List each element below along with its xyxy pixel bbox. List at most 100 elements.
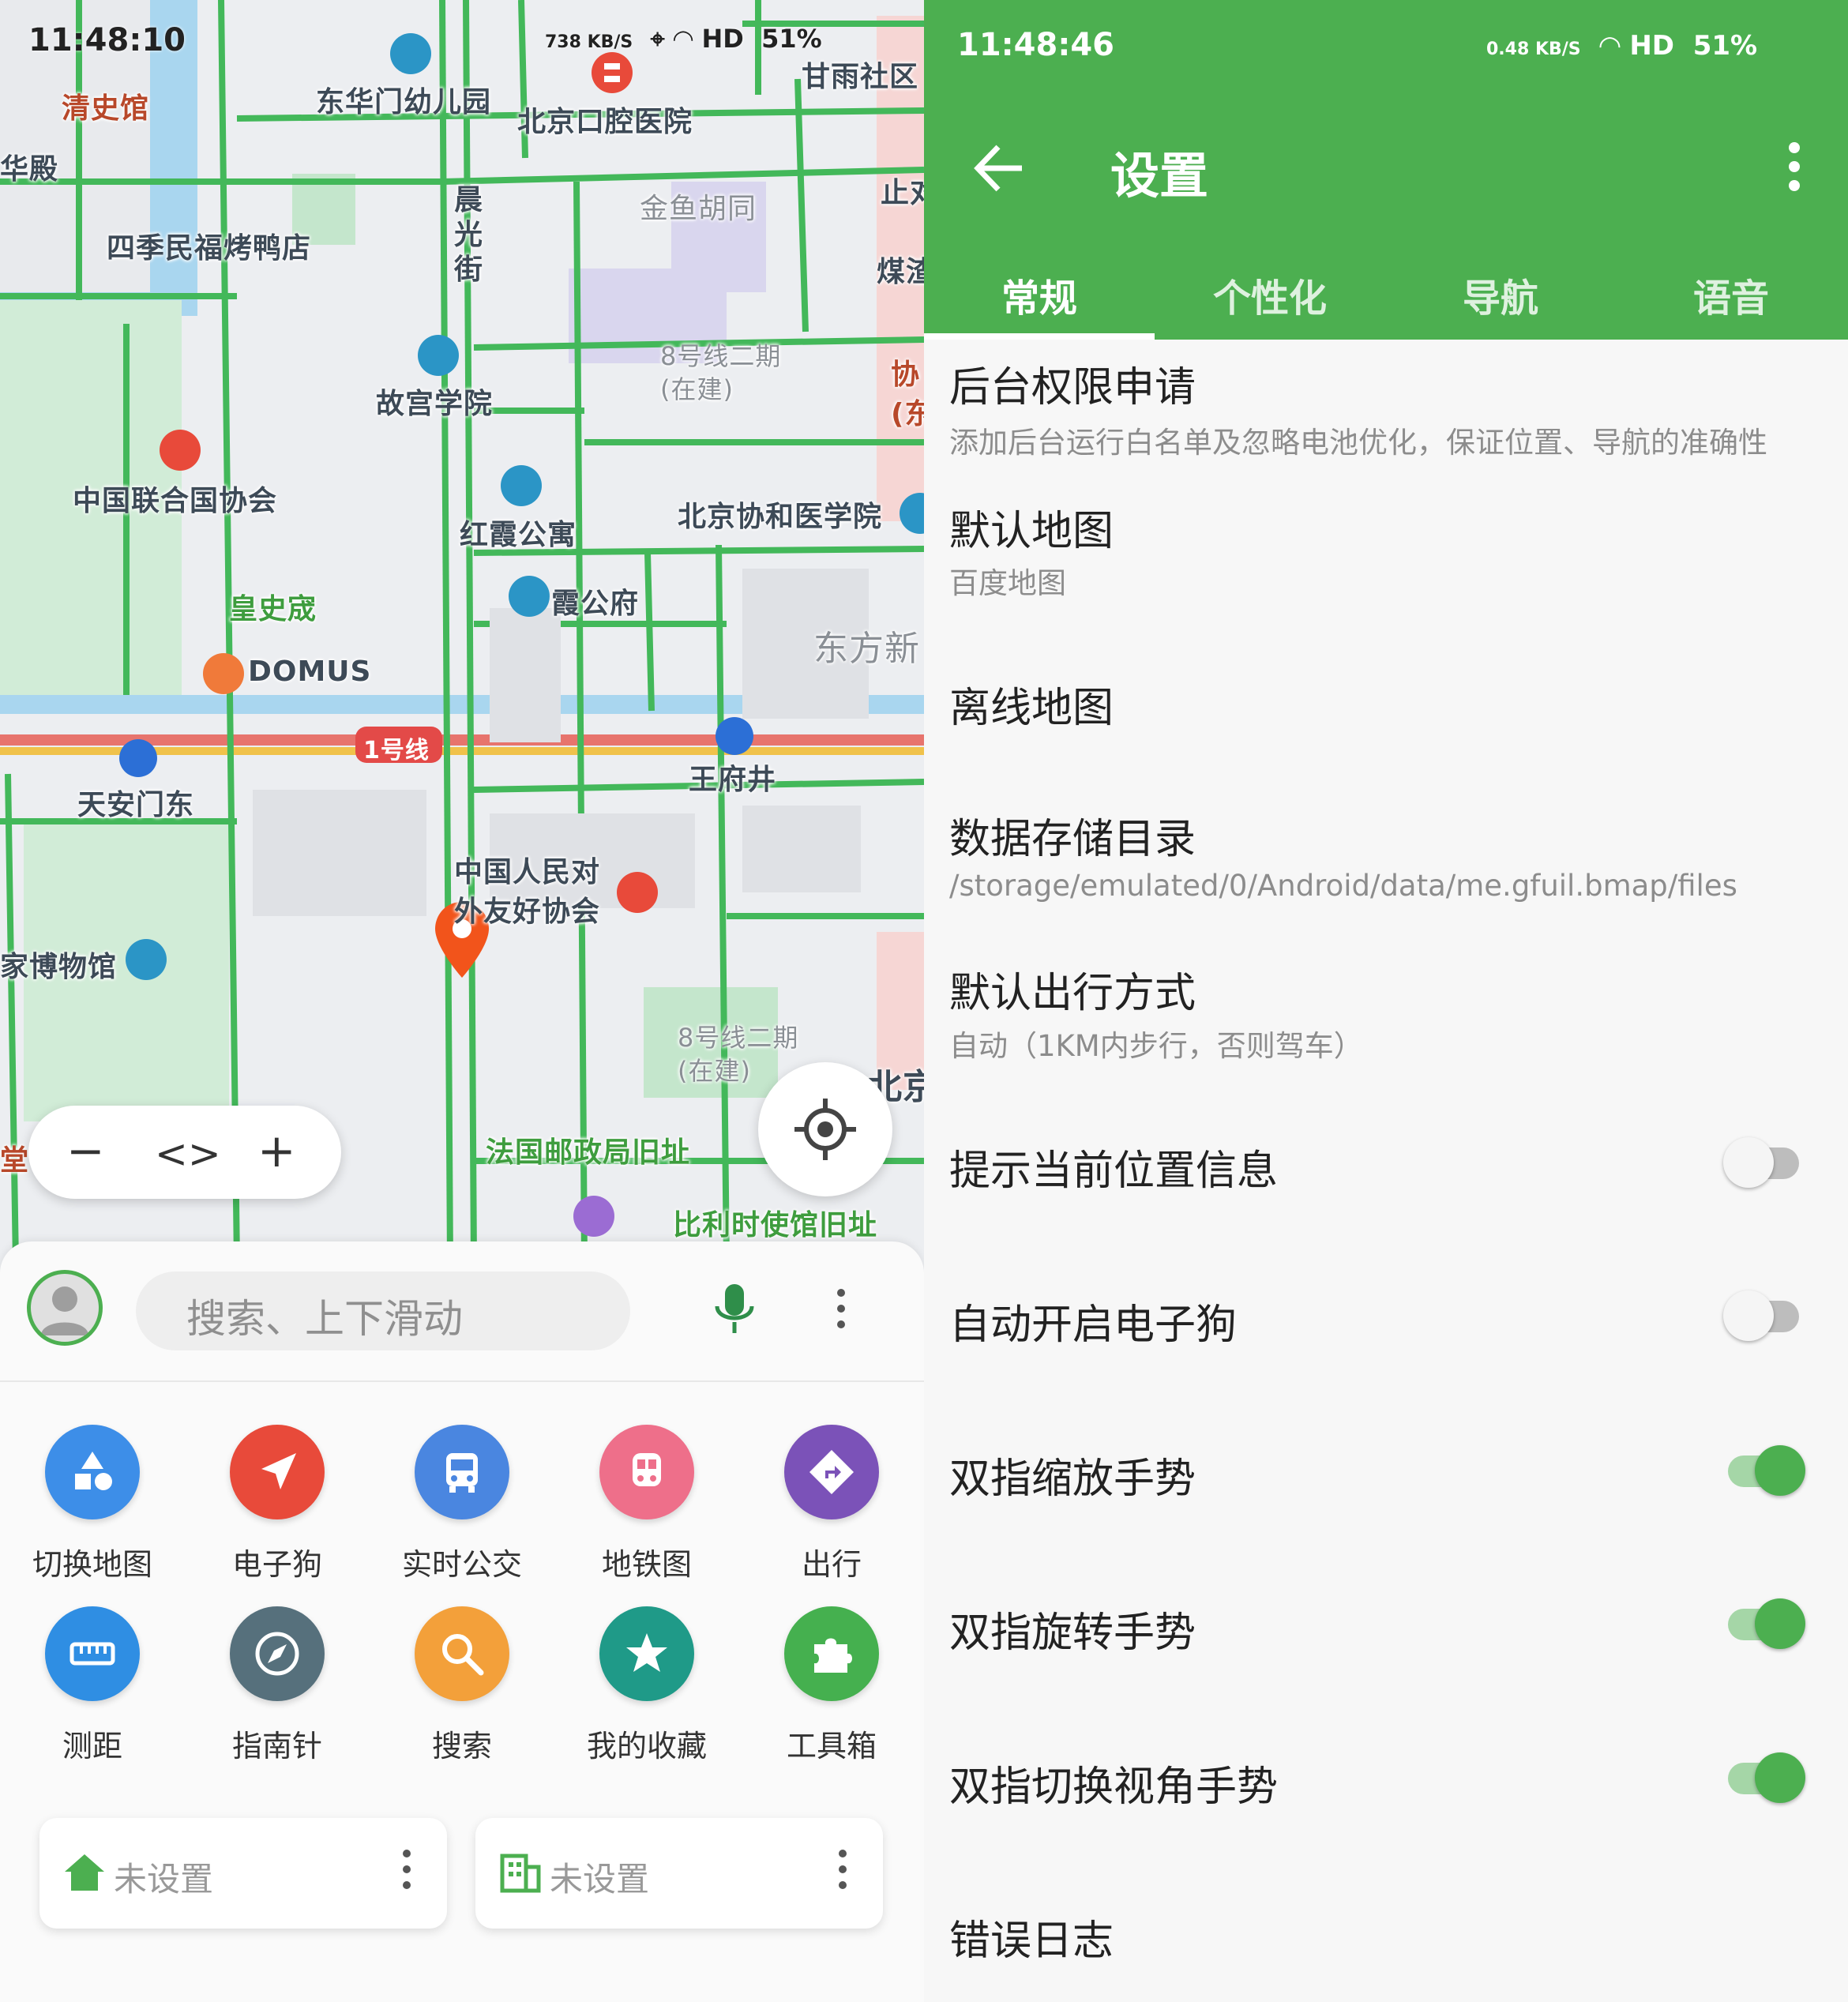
- tool-label: 切换地图: [32, 1547, 152, 1582]
- map-label: 清史馆: [62, 92, 150, 125]
- tool-toolbox[interactable]: 工具箱: [739, 1606, 924, 1788]
- setting-title: 双指缩放手势: [949, 1455, 1196, 1503]
- toggle-switch[interactable]: [1728, 1436, 1805, 1507]
- map-label: 煤渣: [877, 256, 924, 288]
- pan-toggle-button[interactable]: <>: [155, 1126, 221, 1181]
- setting-subtitle: 百度地图: [949, 566, 1066, 600]
- tool-bus[interactable]: 实时公交: [370, 1425, 554, 1606]
- status-time: 11:48:46: [957, 27, 1114, 63]
- home-label: 未设置: [114, 1860, 214, 1899]
- tool-travel[interactable]: 出行: [739, 1425, 924, 1606]
- tool-subway[interactable]: 地铁图: [554, 1425, 739, 1606]
- tool-label: 工具箱: [786, 1729, 877, 1763]
- avatar[interactable]: [27, 1270, 103, 1346]
- tool-label: 测距: [62, 1729, 122, 1763]
- zoom-controls: − <> +: [28, 1106, 341, 1199]
- setting-title: 自动开启电子狗: [949, 1301, 1238, 1349]
- setting-title: 默认出行方式: [949, 970, 1196, 1017]
- map-label: 中国人民对外友好协会: [454, 856, 601, 928]
- map-label: 家博物馆: [0, 951, 118, 983]
- setting-title: 提示当前位置信息: [949, 1147, 1279, 1195]
- locate-button[interactable]: [758, 1062, 892, 1196]
- setting-title: 双指切换视角手势: [949, 1763, 1279, 1811]
- network-speed: 0.48 KB/S: [1486, 39, 1581, 59]
- tab-general[interactable]: 常规: [924, 267, 1155, 322]
- more-icon[interactable]: [403, 1850, 411, 1897]
- setting-subtitle: 自动（1KM内步行，否则驾车）: [949, 1029, 1363, 1063]
- tab-personalize[interactable]: 个性化: [1155, 267, 1385, 322]
- tool-label: 我的收藏: [586, 1729, 707, 1763]
- map-label: 中国联合国协会: [73, 485, 278, 517]
- battery-level: 51%: [761, 24, 822, 54]
- setting-title: 后台权限申请: [949, 364, 1196, 411]
- tool-radar[interactable]: 电子狗: [185, 1425, 370, 1606]
- network-type: HD: [1629, 30, 1674, 62]
- user-icon: [41, 1286, 88, 1335]
- tool-favorites[interactable]: 我的收藏: [554, 1606, 739, 1788]
- bus-icon: [415, 1425, 509, 1519]
- metro-line-badge: 1号线: [363, 737, 430, 764]
- tool-search[interactable]: 搜索: [370, 1606, 554, 1788]
- search-input[interactable]: 搜索、上下滑动: [136, 1271, 630, 1350]
- zoom-in-button[interactable]: +: [257, 1123, 296, 1178]
- tool-label: 出行: [801, 1547, 862, 1582]
- crosshair-icon: [794, 1099, 856, 1160]
- map-label: 北京口腔医院: [517, 106, 693, 138]
- map-label: 四季民福烤鸭店: [107, 232, 312, 265]
- map-screen: 11:48:10 738 KB/S ⌖ ◠ HD 51% 清史馆 华殿 东华门幼…: [0, 0, 924, 2002]
- map-label: 天安门东: [77, 789, 195, 821]
- setting-subtitle: 添加后台运行白名单及忽略电池优化，保证位置、导航的准确性: [949, 426, 1767, 460]
- app-bar: 11:48:46 0.48 KB/S ◠ HD 51% 设置 常规 个性化 导航…: [924, 0, 1848, 340]
- toggle-switch[interactable]: [1723, 1281, 1799, 1352]
- setting-title: 默认地图: [949, 508, 1114, 555]
- map-label: 华殿: [0, 153, 59, 186]
- setting-title: 数据存储目录: [949, 816, 1196, 863]
- tool-label: 实时公交: [401, 1547, 522, 1582]
- tab-voice[interactable]: 语音: [1616, 267, 1846, 322]
- zoom-out-button[interactable]: −: [66, 1123, 105, 1178]
- shapes-icon: [45, 1425, 140, 1519]
- tool-compass[interactable]: 指南针: [185, 1606, 370, 1788]
- tool-label: 指南针: [231, 1729, 322, 1763]
- tool-measure[interactable]: 测距: [0, 1606, 185, 1788]
- tool-label: 电子狗: [231, 1547, 322, 1582]
- network-type: HD: [701, 24, 744, 54]
- map-label: 北京协和医学院: [678, 501, 883, 533]
- tab-navigation[interactable]: 导航: [1385, 267, 1616, 322]
- toggle-switch[interactable]: [1728, 1589, 1805, 1660]
- map-label: 故宫学院: [376, 388, 494, 420]
- more-icon[interactable]: [839, 1850, 847, 1897]
- setting-title: 离线地图: [949, 685, 1114, 732]
- map-label: 8号线二期(在建): [660, 341, 782, 404]
- map-label: 止对: [881, 177, 924, 209]
- status-time: 11:48:10: [28, 22, 186, 58]
- tab-indicator: [924, 333, 1155, 340]
- map-view[interactable]: 11:48:10 738 KB/S ⌖ ◠ HD 51% 清史馆 华殿 东华门幼…: [0, 0, 924, 1279]
- map-label: 红霞公寓: [460, 519, 577, 551]
- tool-label: 搜索: [431, 1729, 492, 1763]
- status-indicators: 0.48 KB/S ◠ HD 51%: [1486, 30, 1758, 62]
- mic-icon[interactable]: [711, 1283, 758, 1341]
- tool-switch-map[interactable]: 切换地图: [0, 1425, 185, 1606]
- company-shortcut[interactable]: 未设置: [475, 1818, 883, 1929]
- search-icon: [415, 1606, 509, 1701]
- map-label: 法国邮政局旧址: [486, 1136, 691, 1169]
- company-icon: [500, 1854, 541, 1893]
- bottom-sheet[interactable]: 搜索、上下滑动 切换地图 电子狗 实时公交 地铁图 出行 测距 指南针 搜索 我…: [0, 1241, 924, 2002]
- subway-icon: [599, 1425, 694, 1519]
- tool-label: 地铁图: [601, 1547, 692, 1582]
- star-icon: [599, 1606, 694, 1701]
- more-icon[interactable]: [1789, 142, 1800, 199]
- more-icon[interactable]: [837, 1289, 845, 1336]
- map-label: 比利时使馆旧址: [673, 1209, 878, 1241]
- navigation-arrow-icon: [230, 1425, 325, 1519]
- settings-screen: 11:48:46 0.48 KB/S ◠ HD 51% 设置 常规 个性化 导航…: [924, 0, 1848, 2002]
- back-arrow-icon[interactable]: [971, 141, 1027, 196]
- setting-subtitle: /storage/emulated/0/Android/data/me.gfui…: [949, 869, 1737, 903]
- company-label: 未设置: [550, 1860, 650, 1899]
- toggle-switch[interactable]: [1723, 1128, 1799, 1199]
- home-shortcut[interactable]: 未设置: [39, 1818, 447, 1929]
- toggle-switch[interactable]: [1728, 1743, 1805, 1814]
- setting-title: 双指旋转手势: [949, 1609, 1196, 1657]
- puzzle-icon: [784, 1606, 879, 1701]
